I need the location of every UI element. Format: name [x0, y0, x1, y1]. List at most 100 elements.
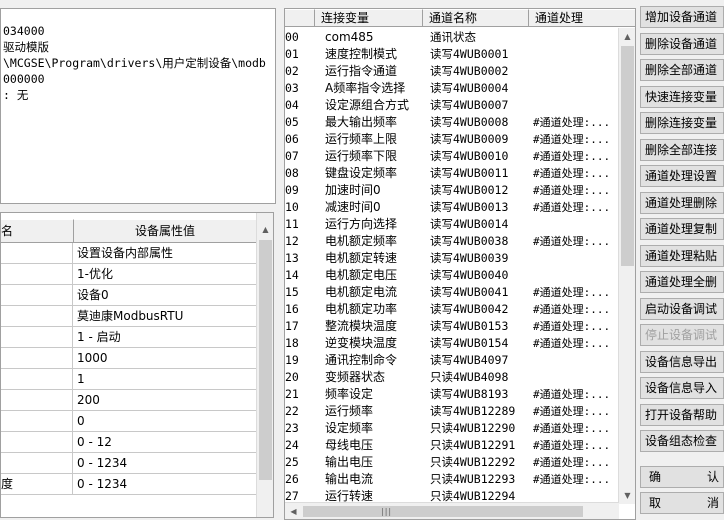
row-index: 12 — [285, 234, 299, 248]
column-header-variable[interactable]: 连接变量 — [315, 9, 423, 27]
action-button[interactable]: 增加设备通道 — [640, 6, 724, 28]
table-row[interactable]: 10 减速时间0 读写4WUB0013 #通道处理:... — [285, 199, 619, 216]
action-button[interactable]: 通道处理删除 — [640, 191, 724, 214]
action-button[interactable]: 设备信息导入 — [640, 377, 724, 399]
action-button[interactable]: 停止设备调试 — [640, 324, 724, 346]
table-row[interactable]: 21 频率设定 读写4WUB8193 #通道处理:... — [285, 386, 619, 403]
property-row[interactable]: 0 - 12 — [1, 432, 257, 453]
cell-variable: 运行方向选择 — [325, 217, 398, 231]
property-name-header[interactable]: 名 — [1, 219, 74, 243]
property-value-header[interactable]: 设备属性值 — [74, 219, 257, 243]
property-row[interactable]: 1 — [1, 369, 257, 390]
action-button[interactable]: 设备组态检查 — [640, 430, 724, 452]
property-value[interactable]: 0 - 1234 — [77, 474, 255, 495]
table-row[interactable]: 13 电机额定转速 读写4WUB0039 — [285, 250, 619, 267]
property-grid-scrollbar[interactable]: ▲ — [256, 213, 273, 517]
property-value[interactable]: 1 — [77, 369, 255, 390]
property-value[interactable]: 莫迪康ModbusRTU — [77, 306, 255, 327]
property-value[interactable]: 设置设备内部属性 — [77, 243, 255, 264]
property-row[interactable]: 度0 - 1234 — [1, 474, 257, 495]
property-row[interactable]: 设置设备内部属性 — [1, 243, 257, 264]
action-button[interactable]: 通道处理复制 — [640, 218, 724, 240]
scroll-thumb[interactable] — [303, 506, 583, 517]
table-row[interactable]: 06 运行频率上限 读写4WUB0009 #通道处理:... — [285, 131, 619, 148]
property-name — [1, 432, 73, 453]
property-row[interactable]: 1 - 启动 — [1, 327, 257, 348]
table-row[interactable]: 08 键盘设定频率 读写4WUB0011 #通道处理:... — [285, 165, 619, 182]
scroll-left-arrow-icon[interactable]: ◀ — [285, 503, 302, 519]
table-row[interactable]: 04 设定源组合方式 读写4WUB0007 — [285, 97, 619, 114]
column-header-channel[interactable]: 通道名称 — [423, 9, 529, 27]
table-row[interactable]: 25 输出电压 只读4WUB12292 #通道处理:... — [285, 454, 619, 471]
table-row[interactable]: 17 整流模块温度 读写4WUB0153 #通道处理:... — [285, 318, 619, 335]
cancel-label-right: 消 — [706, 496, 719, 510]
cell-processing: #通道处理:... — [533, 167, 611, 180]
property-value[interactable]: 0 - 12 — [77, 432, 255, 453]
action-button[interactable]: 删除设备通道 — [640, 32, 724, 55]
action-button[interactable]: 设备信息导出 — [640, 350, 724, 373]
property-value[interactable]: 200 — [77, 390, 255, 411]
cell-channel: 读写4WUB0041 — [430, 285, 509, 299]
property-row[interactable]: 0 - 1234 — [1, 453, 257, 474]
table-row[interactable]: 19 通讯控制命令 读写4WUB4097 — [285, 352, 619, 369]
scroll-down-arrow-icon[interactable]: ▼ — [619, 487, 635, 504]
property-row[interactable]: 设备0 — [1, 285, 257, 306]
table-row[interactable]: 00 com485 通讯状态 — [285, 29, 619, 46]
scroll-up-arrow-icon[interactable]: ▲ — [257, 221, 273, 238]
action-button[interactable]: 打开设备帮助 — [640, 403, 724, 426]
property-row[interactable]: 1-优化 — [1, 264, 257, 285]
property-row[interactable]: 莫迪康ModbusRTU — [1, 306, 257, 327]
property-value[interactable]: 1 - 启动 — [77, 327, 255, 348]
action-button[interactable]: 删除连接变量 — [640, 112, 724, 134]
table-row[interactable]: 09 加速时间0 读写4WUB0012 #通道处理:... — [285, 182, 619, 199]
action-button[interactable]: 删除全部连接 — [640, 138, 724, 161]
table-row[interactable]: 18 逆变模块温度 读写4WUB0154 #通道处理:... — [285, 335, 619, 352]
table-row[interactable]: 07 运行频率下限 读写4WUB0010 #通道处理:... — [285, 148, 619, 165]
table-row[interactable]: 14 电机额定电压 读写4WUB0040 — [285, 267, 619, 284]
index-column-header[interactable] — [285, 9, 315, 27]
action-button[interactable]: 启动设备调试 — [640, 297, 724, 320]
cell-processing: #通道处理:... — [533, 303, 611, 316]
scroll-thumb[interactable] — [621, 46, 634, 266]
scroll-thumb[interactable] — [259, 240, 272, 480]
table-row[interactable]: 11 运行方向选择 读写4WUB0014 — [285, 216, 619, 233]
property-row[interactable]: 200 — [1, 390, 257, 411]
action-button[interactable]: 通道处理粘贴 — [640, 244, 724, 267]
column-header-processing[interactable]: 通道处理 — [529, 9, 635, 27]
table-row[interactable]: 16 电机额定功率 读写4WUB0042 #通道处理:... — [285, 301, 619, 318]
table-row[interactable]: 01 速度控制模式 读写4WUB0001 — [285, 46, 619, 63]
table-row[interactable]: 23 设定频率 只读4WUB12290 #通道处理:... — [285, 420, 619, 437]
table-row[interactable]: 20 变频器状态 只读4WUB4098 — [285, 369, 619, 386]
property-value[interactable]: 设备0 — [77, 285, 255, 306]
scroll-up-arrow-icon[interactable]: ▲ — [619, 28, 635, 45]
table-row[interactable]: 22 运行频率 读写4WUB12289 #通道处理:... — [285, 403, 619, 420]
action-button[interactable]: 快速连接变量 — [640, 85, 724, 108]
table-row[interactable]: 15 电机额定电流 读写4WUB0041 #通道处理:... — [285, 284, 619, 301]
property-value[interactable]: 1000 — [77, 348, 255, 369]
table-row[interactable]: 26 输出电流 只读4WUB12293 #通道处理:... — [285, 471, 619, 488]
action-button[interactable]: 通道处理全删 — [640, 271, 724, 293]
cell-processing — [533, 216, 619, 233]
property-value[interactable]: 0 — [77, 411, 255, 432]
cell-processing: #通道处理:... — [533, 235, 611, 248]
cell-channel: 读写4WUB0004 — [430, 81, 509, 95]
cell-variable: 速度控制模式 — [325, 47, 398, 61]
property-value[interactable]: 1-优化 — [77, 264, 255, 285]
property-name — [1, 390, 73, 411]
confirm-button[interactable]: 确 认 — [640, 466, 724, 488]
table-row[interactable]: 02 运行指令通道 读写4WUB0002 — [285, 63, 619, 80]
property-value[interactable]: 0 - 1234 — [77, 453, 255, 474]
channel-table-vscrollbar[interactable]: ▲ ▼ — [618, 28, 635, 504]
action-button[interactable]: 删除全部通道 — [640, 59, 724, 81]
cell-processing — [533, 63, 619, 80]
action-button[interactable]: 通道处理设置 — [640, 165, 724, 187]
table-row[interactable]: 03 A频率指令选择 读写4WUB0004 — [285, 80, 619, 97]
property-row[interactable]: 1000 — [1, 348, 257, 369]
cancel-button[interactable]: 取 消 — [640, 492, 724, 514]
cell-variable: 电机额定频率 — [325, 234, 398, 248]
table-row[interactable]: 05 最大输出频率 读写4WUB0008 #通道处理:... — [285, 114, 619, 131]
property-row[interactable]: 0 — [1, 411, 257, 432]
table-row[interactable]: 24 母线电压 只读4WUB12291 #通道处理:... — [285, 437, 619, 454]
table-row[interactable]: 12 电机额定频率 读写4WUB0038 #通道处理:... — [285, 233, 619, 250]
channel-table-hscrollbar[interactable]: ◀ ||| — [285, 502, 619, 519]
